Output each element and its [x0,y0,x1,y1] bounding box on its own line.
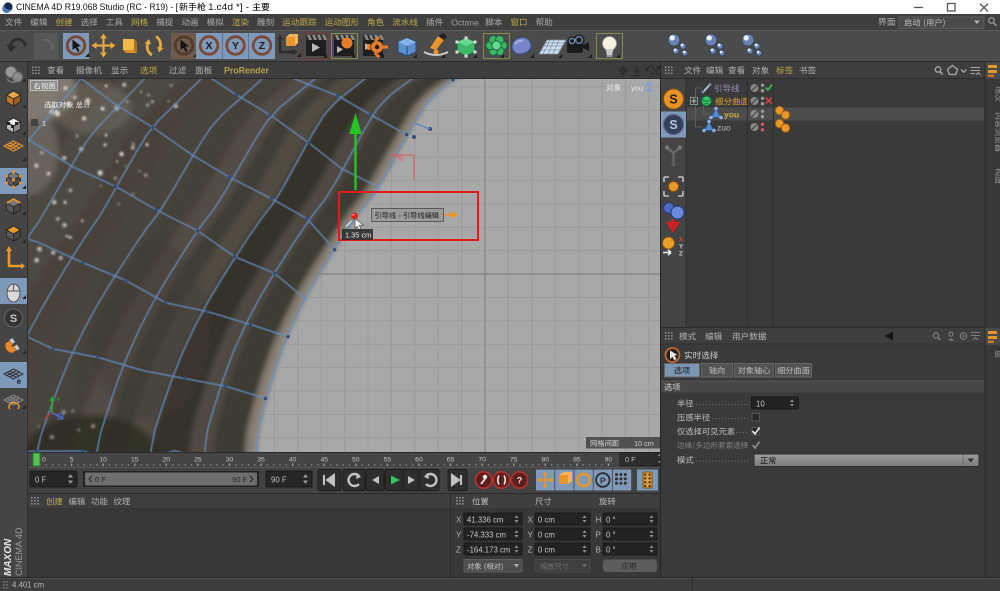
svg-text:Y: Y [528,531,534,540]
svg-text:S: S [10,313,17,325]
svg-text:-164.173 cm: -164.173 cm [467,545,510,554]
svg-text:Z: Z [679,252,683,258]
svg-text:50: 50 [352,456,360,463]
svg-text:70: 70 [478,456,486,463]
svg-text:15: 15 [131,456,139,463]
svg-text:zuo: zuo [717,123,731,133]
svg-text:X: X [205,40,212,52]
svg-text:P: P [596,531,601,540]
svg-text:75: 75 [510,456,518,463]
svg-text:you: you [631,84,643,93]
svg-text:1.35 cm: 1.35 cm [345,230,371,239]
svg-text:ProRender: ProRender [224,66,270,76]
svg-text:25: 25 [194,456,202,463]
svg-text:41.336 cm: 41.336 cm [467,515,503,524]
svg-text:Z: Z [456,546,461,555]
svg-text:60: 60 [415,456,423,463]
svg-text:80: 80 [541,456,549,463]
svg-text:e: e [17,377,22,386]
svg-text:Y: Y [232,40,239,52]
svg-text:0 °: 0 ° [606,545,616,554]
svg-text:10: 10 [756,399,765,408]
svg-text:10 cm: 10 cm [634,439,654,448]
svg-text:-74.333 cm: -74.333 cm [467,530,506,539]
svg-text:Octane: Octane [451,17,479,27]
svg-text:MAXON: MAXON [3,538,14,576]
svg-text:0 F: 0 F [35,476,47,485]
svg-text:90: 90 [605,456,613,463]
svg-text:4.401 cm: 4.401 cm [12,581,44,590]
svg-text:40: 40 [289,456,297,463]
svg-text:Y: Y [456,531,462,540]
svg-text:0 F: 0 F [95,475,106,484]
svg-text:H: H [596,516,602,525]
svg-text:90 F: 90 F [232,475,248,484]
svg-text:1.c4d *] -: 1.c4d *] - [208,2,249,12]
svg-text:0 F: 0 F [625,455,636,464]
svg-text:65: 65 [447,456,455,463]
svg-text:S: S [669,93,677,107]
svg-text:P: P [600,476,606,486]
svg-text:you: you [724,110,739,120]
svg-text:20: 20 [163,456,171,463]
svg-text:1: 1 [42,119,46,128]
svg-text:10: 10 [99,456,107,463]
svg-text:X: X [528,516,534,525]
svg-text:X: X [456,516,462,525]
svg-text:0 cm: 0 cm [538,530,555,539]
svg-text:0 cm: 0 cm [538,545,555,554]
svg-text:0 °: 0 ° [606,530,616,539]
svg-text:45: 45 [320,456,328,463]
svg-text:CINEMA 4D: CINEMA 4D [14,527,24,576]
svg-text:Y: Y [56,397,61,404]
svg-text:55: 55 [384,456,392,463]
svg-text:35: 35 [257,456,265,463]
svg-text:S: S [669,118,677,132]
svg-text:0: 0 [42,456,46,463]
svg-text:B: B [596,546,601,555]
svg-text:Y: Y [679,245,683,251]
svg-text:CINEMA 4D R19.068 Studio (RC -: CINEMA 4D R19.068 Studio (RC - R19) - [ [16,2,178,12]
svg-text:85: 85 [573,456,581,463]
svg-text:30: 30 [226,456,234,463]
svg-text:Z: Z [528,546,533,555]
svg-text:Z: Z [259,40,266,52]
svg-text:?: ? [517,476,523,486]
svg-text:90 F: 90 F [271,476,287,485]
svg-text:0 cm: 0 cm [538,515,555,524]
svg-text:5: 5 [70,456,74,463]
svg-text:0 °: 0 ° [606,515,616,524]
svg-text:X: X [679,238,683,244]
